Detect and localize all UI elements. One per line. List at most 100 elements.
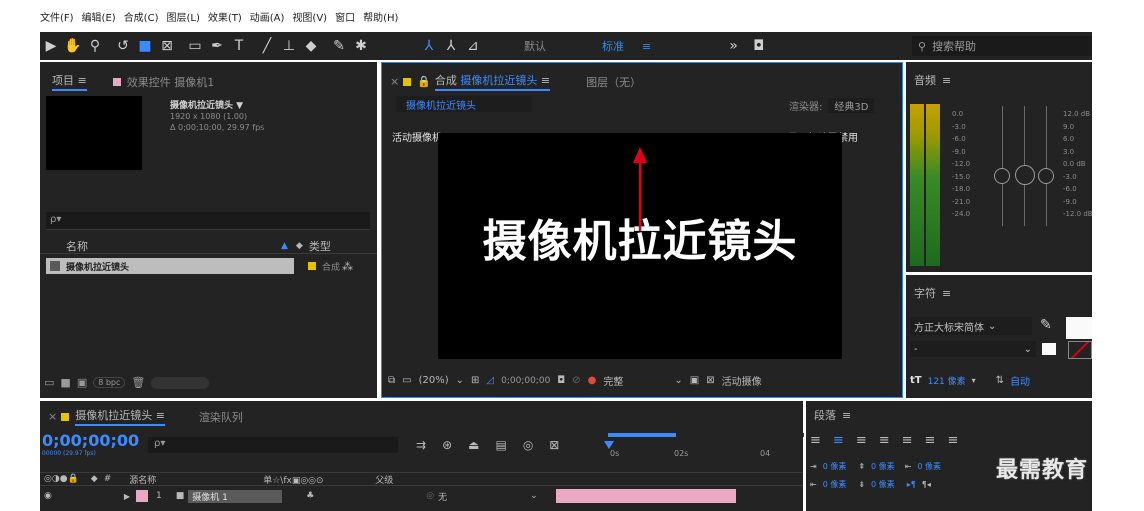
menu-window[interactable]: 窗口 — [335, 9, 361, 24]
parent-pickwhip-icon[interactable]: ◎ — [426, 491, 434, 501]
work-area-bar[interactable] — [608, 433, 676, 437]
font-style-dropdown[interactable]: - ⌄ — [910, 341, 1036, 357]
character-panel-menu-icon[interactable]: ≡ — [942, 287, 951, 300]
interpret-footage-icon[interactable]: ▭ — [44, 376, 54, 389]
timeline-current-time[interactable]: 0;00;00;00 — [42, 431, 139, 450]
sort-ascending-icon[interactable]: ▲ — [281, 241, 288, 251]
bit-depth-button[interactable]: 8 bpc — [93, 377, 126, 388]
justify-all-icon[interactable]: ≡ — [947, 433, 958, 448]
tab-render-queue[interactable]: 渲染队列 — [199, 409, 243, 425]
magnification-dropdown[interactable]: (20%) — [419, 375, 449, 386]
camera-tool-icon[interactable]: ■ — [134, 35, 156, 57]
space-before-value[interactable]: 0 像素 — [871, 461, 895, 472]
close-tab-icon[interactable]: × — [390, 75, 399, 88]
rtl-direction-icon[interactable]: ¶◂ — [922, 480, 931, 489]
layer-shy-icon[interactable]: ♣ — [306, 491, 426, 501]
view-camera-dropdown[interactable]: 活动摄像 — [722, 373, 762, 388]
leading-value[interactable]: 自动 — [1010, 373, 1030, 388]
paragraph-panel-menu-icon[interactable]: ≡ — [842, 409, 851, 422]
show-snapshot-icon[interactable]: ⊘ — [572, 375, 580, 386]
graph-editor-icon[interactable]: ⊠ — [549, 438, 559, 452]
menu-file[interactable]: 文件(F) — [40, 9, 80, 24]
parent-dropdown[interactable]: 无 — [438, 490, 528, 503]
frame-blending-icon[interactable]: ▤ — [495, 438, 506, 452]
layer-duration-bar[interactable] — [555, 489, 736, 503]
selection-tool-icon[interactable]: ▶ — [40, 35, 62, 57]
view-axis-icon[interactable]: ⊿ — [462, 35, 484, 57]
workspace-standard[interactable]: 标准 — [602, 38, 624, 54]
brush-tool-icon[interactable]: ╱ — [256, 35, 278, 57]
world-axis-icon[interactable]: ⅄ — [440, 35, 462, 57]
channel-icon[interactable]: ● — [588, 375, 597, 386]
playhead-icon[interactable] — [604, 441, 614, 449]
align-center-icon[interactable]: ≡ — [833, 433, 844, 448]
justify-center-icon[interactable]: ≡ — [902, 433, 913, 448]
composition-viewer[interactable]: 摄像机拉近镜头 — [438, 133, 842, 359]
puppet-tool-icon[interactable]: ✱ — [350, 35, 372, 57]
help-search-input[interactable]: ⚲ 搜索帮助 — [912, 36, 1092, 56]
comp-breadcrumb[interactable]: 摄像机拉近镜头 — [396, 96, 532, 112]
item-label-color[interactable] — [308, 262, 316, 270]
menu-effect[interactable]: 效果(T) — [208, 9, 248, 24]
menu-animation[interactable]: 动画(A) — [250, 9, 291, 24]
close-tab-icon[interactable]: × — [48, 410, 57, 423]
first-line-indent-value[interactable]: 0 像素 — [917, 461, 941, 472]
lock-icon[interactable]: 🔒 — [417, 75, 431, 88]
font-family-dropdown[interactable]: 方正大标宋简体 ⌄ — [910, 317, 1032, 335]
roto-brush-tool-icon[interactable]: ✎ — [328, 35, 350, 57]
pen-tool-icon[interactable]: ✒ — [206, 35, 228, 57]
menu-view[interactable]: 视图(V) — [292, 9, 333, 24]
sync-settings-icon[interactable]: ◘ — [746, 35, 772, 57]
shy-layers-icon[interactable]: ⏏ — [468, 438, 479, 452]
video-toggle-icon[interactable]: ◉ — [44, 491, 52, 501]
tab-project[interactable]: 项目 ≡ — [52, 72, 87, 91]
resolution-chevron-icon[interactable]: ⌄ — [674, 375, 682, 386]
local-axis-icon[interactable]: ⅄ — [418, 35, 440, 57]
indent-left-value[interactable]: 0 像素 — [823, 461, 847, 472]
project-search-input[interactable]: ρ▾ — [46, 212, 370, 230]
resolution-dropdown[interactable]: 完整 — [603, 373, 623, 388]
selected-comp-name[interactable]: 摄像机拉近镜头 ▼ — [170, 98, 243, 111]
time-ruler[interactable]: 0s 02s 04 — [604, 431, 804, 463]
column-name[interactable]: 名称 — [66, 238, 281, 254]
draft-3d-icon[interactable]: ⊛ — [442, 438, 452, 452]
project-zoom-slider[interactable] — [151, 376, 210, 389]
tab-effect-controls[interactable]: 效果控件 摄像机1 — [127, 74, 215, 90]
audio-slider-knob-right[interactable] — [1038, 168, 1054, 184]
project-item-row[interactable]: 摄像机拉近镜头 合成 ⁂ — [46, 258, 372, 274]
region-of-interest-icon[interactable]: ▣ — [690, 375, 699, 386]
audio-panel-menu-icon[interactable]: ≡ — [942, 74, 951, 87]
always-preview-icon[interactable]: ⧉ — [388, 375, 395, 386]
expand-layer-icon[interactable]: ▶ — [124, 492, 130, 501]
rotate-tool-icon[interactable]: ↺ — [112, 35, 134, 57]
snapshot-icon[interactable]: ◘ — [557, 375, 565, 386]
timeline-layer-row[interactable]: ◉ ▶ 1 ■ 摄像机 1 ♣ ◎ 无 ⌄ — [40, 488, 803, 504]
trash-icon[interactable]: 🗑 — [131, 376, 145, 389]
safe-zones-icon[interactable]: ⊞ — [471, 375, 479, 386]
align-left-icon[interactable]: ≡ — [810, 433, 821, 448]
magnification-chevron-icon[interactable]: ⌄ — [456, 375, 464, 386]
eraser-tool-icon[interactable]: ◆ — [300, 35, 322, 57]
column-parent[interactable]: 父级 — [375, 473, 475, 486]
audio-slider-knob-left[interactable] — [994, 168, 1010, 184]
audio-panel-title[interactable]: 音频 — [914, 72, 936, 88]
tab-timeline-comp[interactable]: 摄像机拉近镜头 ≡ — [75, 407, 165, 426]
layer-name[interactable]: 摄像机 1 — [188, 489, 283, 503]
eyedropper-icon[interactable]: ✎ — [1040, 317, 1052, 333]
hand-tool-icon[interactable]: ✋ — [62, 35, 84, 57]
audio-slider-knob-master[interactable] — [1015, 165, 1035, 185]
paragraph-panel-title[interactable]: 段落 — [814, 407, 836, 423]
workspace-overflow-icon[interactable]: » — [729, 38, 738, 54]
label-column-icon[interactable]: ◆ — [296, 241, 303, 251]
ltr-direction-icon[interactable]: ▸¶ — [907, 480, 916, 489]
current-time-display[interactable]: 0;00;00;00 — [501, 376, 550, 386]
transparency-grid-icon[interactable]: ◿ — [486, 375, 494, 386]
new-composition-icon[interactable]: ▣ — [77, 376, 87, 389]
stroke-color-swatch[interactable] — [1042, 343, 1056, 355]
no-stroke-swatch[interactable] — [1068, 341, 1092, 359]
fill-color-swatch[interactable] — [1066, 317, 1092, 339]
rectangle-tool-icon[interactable]: ▭ — [184, 35, 206, 57]
timeline-search-input[interactable]: ρ▾ — [148, 437, 398, 453]
chevron-down-icon[interactable]: ▾ — [972, 376, 976, 385]
indent-right-value[interactable]: 0 像素 — [823, 479, 847, 490]
